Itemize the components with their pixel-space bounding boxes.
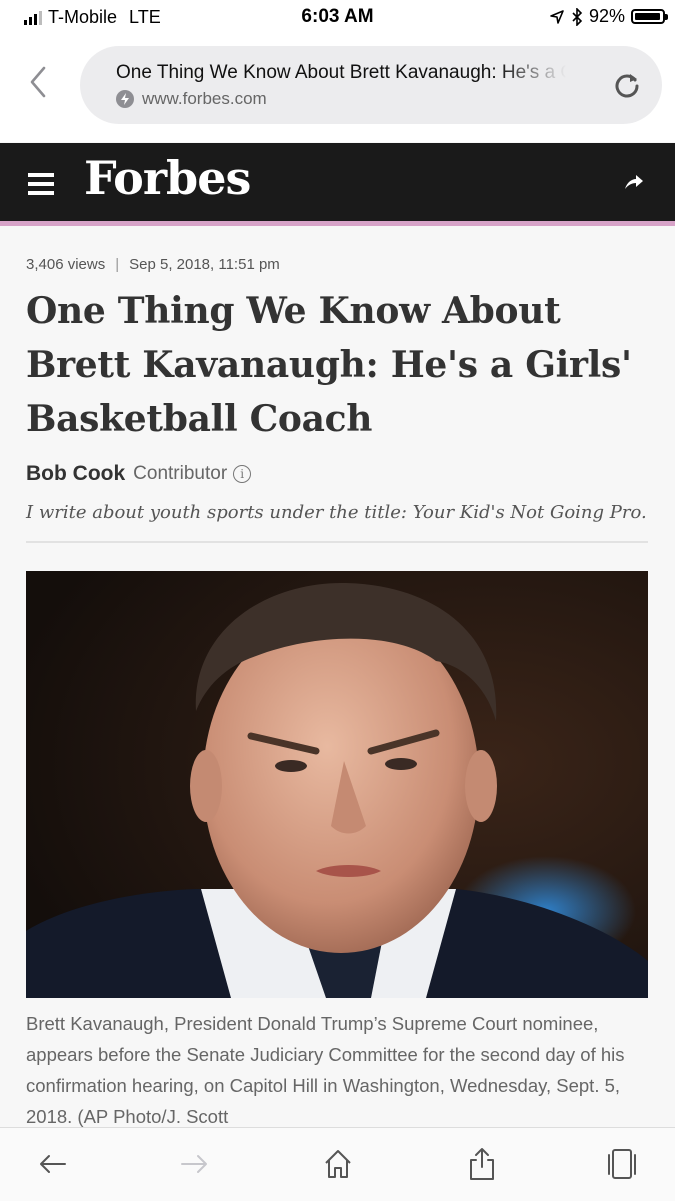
publish-date: Sep 5, 2018, 11:51 pm [129, 256, 280, 273]
browser-address-bar: One Thing We Know About Brett Kavanaugh:… [0, 34, 675, 142]
share-arrow-icon[interactable] [623, 171, 645, 193]
byline: Bob Cook Contributor i [26, 462, 252, 486]
meta-separator: | [115, 256, 120, 273]
share-icon[interactable] [464, 1146, 500, 1182]
bluetooth-icon [572, 7, 583, 26]
back-chevron-icon[interactable] [22, 62, 56, 102]
article-photo [26, 571, 648, 998]
home-icon[interactable] [320, 1146, 356, 1182]
article-meta: 3,406 views | Sep 5, 2018, 11:51 pm [26, 256, 280, 273]
author-bio: I write about youth sports under the tit… [26, 502, 647, 523]
info-icon[interactable]: i [233, 465, 252, 483]
amp-lightning-icon [116, 90, 134, 108]
site-header: Forbes [0, 143, 675, 226]
status-bar: T-Mobile LTE 6:03 AM 92% [0, 0, 675, 34]
url-field[interactable]: One Thing We Know About Brett Kavanaugh:… [80, 46, 662, 124]
browser-toolbar [0, 1127, 675, 1201]
forbes-logo[interactable]: Forbes [84, 151, 251, 205]
author-name[interactable]: Bob Cook [26, 462, 125, 486]
forward-arrow-icon[interactable] [176, 1146, 212, 1182]
page-title-text: One Thing We Know About Brett Kavanaugh:… [116, 62, 566, 83]
article-headline: One Thing We Know About Brett Kavanaugh:… [26, 290, 632, 440]
location-icon [550, 9, 564, 24]
status-right: 92% [549, 6, 668, 27]
hamburger-menu-icon[interactable] [28, 173, 54, 195]
view-count: 3,406 views [26, 256, 106, 273]
battery-percent: 92% [588, 6, 625, 26]
tabs-icon[interactable] [604, 1146, 640, 1182]
url-domain: www.forbes.com [142, 89, 267, 108]
battery-icon [631, 9, 668, 24]
url-domain-row: www.forbes.com [116, 89, 267, 109]
photo-caption: Brett Kavanaugh, President Donald Trump’… [26, 1013, 625, 1127]
back-arrow-icon[interactable] [35, 1146, 71, 1182]
reload-icon[interactable] [612, 70, 642, 100]
divider [26, 541, 648, 543]
author-role: Contributor [133, 463, 228, 484]
